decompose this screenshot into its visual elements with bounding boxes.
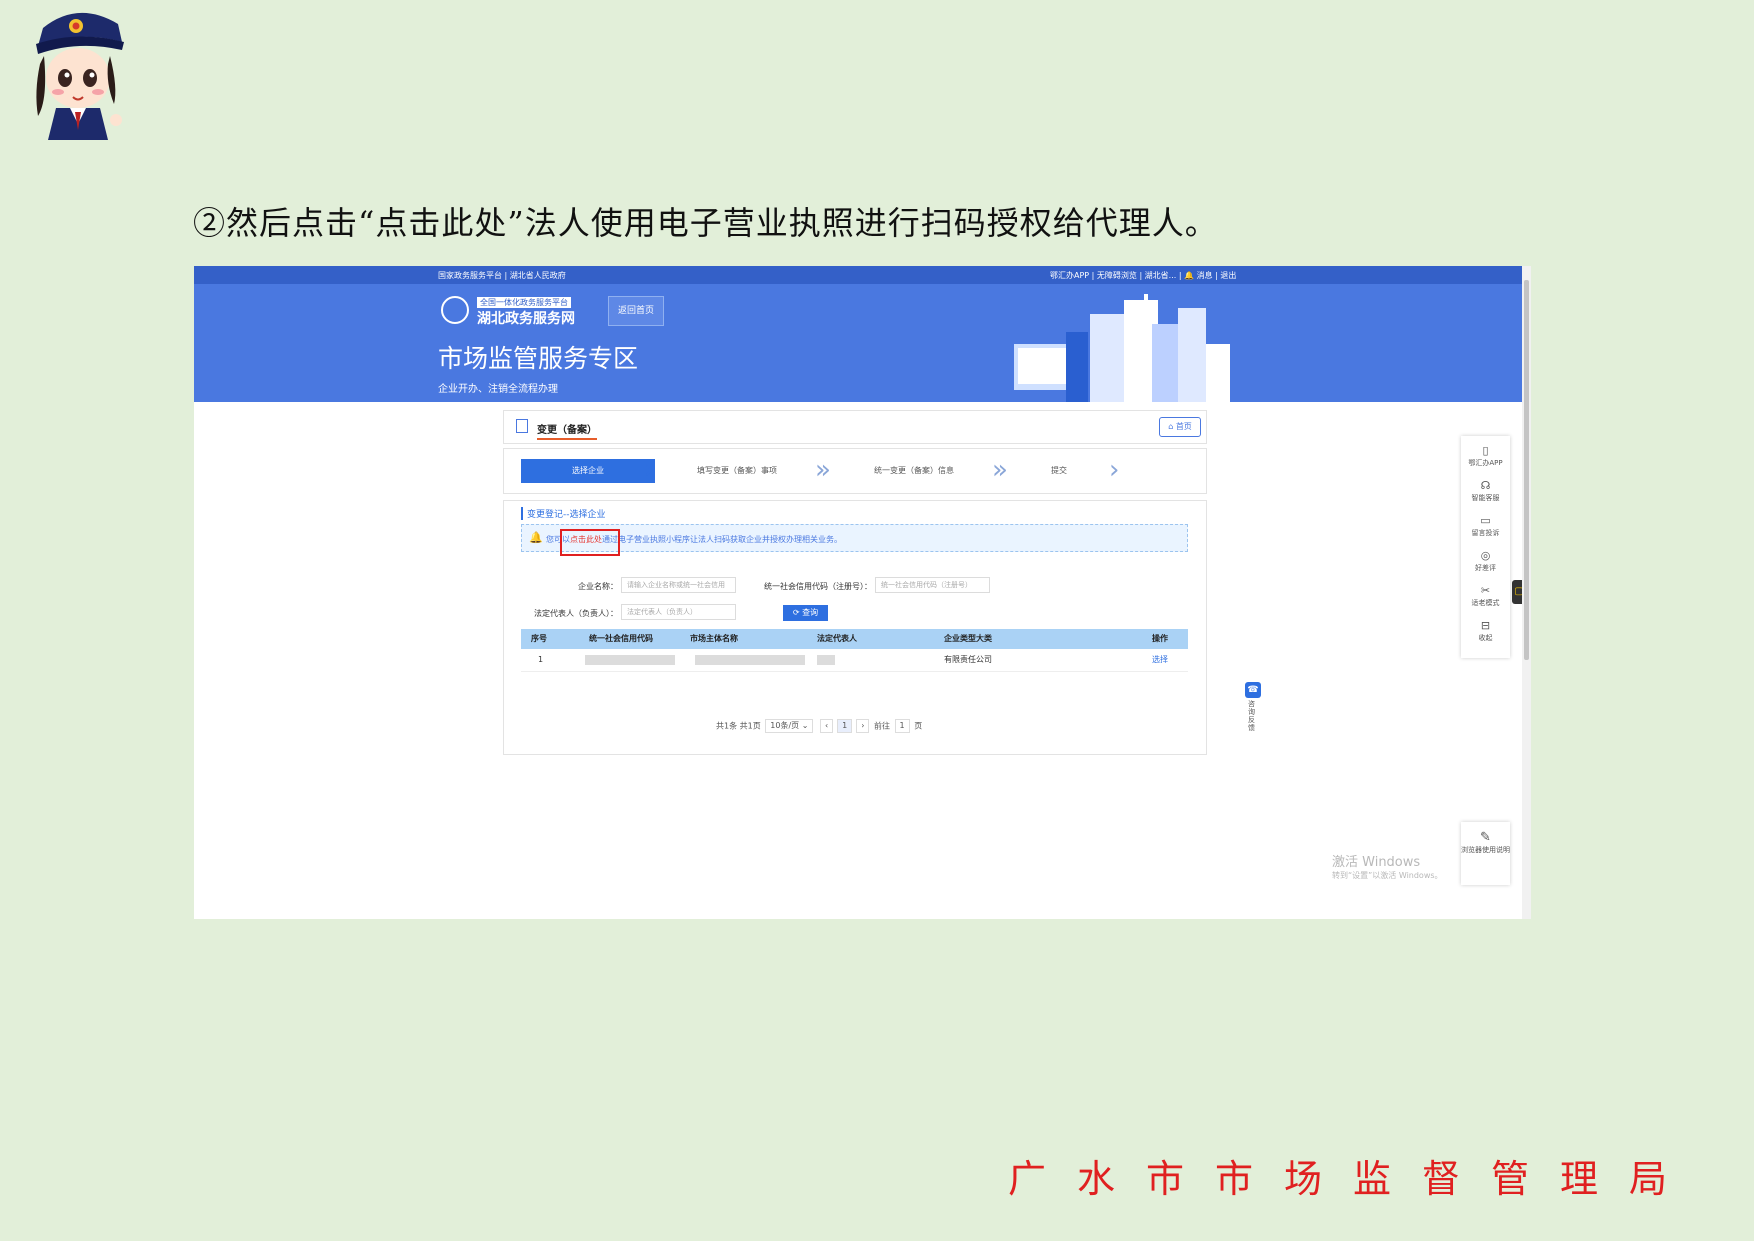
watermark-subtitle: 转到“设置”以激活 Windows。 (1332, 871, 1443, 880)
table-header: 序号 统一社会信用代码 市场主体名称 法定代表人 企业类型大类 操作 (521, 629, 1188, 649)
phone-icon: ☎ (1245, 682, 1261, 698)
panel-app-label: 鄂汇办APP (1468, 459, 1503, 467)
select-company-card: 变更登记--选择企业 🔔 您可以点击此处通过电子营业执照小程序让法人扫码获取企业… (503, 500, 1207, 755)
step-unified-info: 统一变更（备案）信息 (874, 466, 954, 475)
select-link[interactable]: 选择 (1082, 649, 1188, 671)
coin-icon: ◎ (1480, 549, 1491, 562)
panel-elder-label: 适老模式 (1471, 599, 1500, 607)
breadcrumb-card: 变更（备案） ⌂ 首页 (503, 410, 1207, 444)
banner: 全国一体化政务服务平台 湖北政务服务网 返回首页 市场监管服务专区 企业开办、注… (194, 284, 1522, 402)
panel-collapse-label: 收起 (1478, 634, 1493, 642)
panel-message-label: 留言投诉 (1471, 529, 1500, 537)
step-select-company: 选择企业 (521, 459, 655, 483)
zone-subtitle: 企业开办、注销全流程办理 (438, 384, 558, 395)
col-entity-name: 市场主体名称 (690, 634, 738, 643)
bell-icon: 🔔 (529, 531, 543, 544)
panel-service[interactable]: ☊ 智能客服 (1461, 479, 1510, 503)
credit-code-label: 统一社会信用代码（注册号）： (764, 582, 872, 591)
website-screenshot: 国家政务服务平台 | 湖北省人民政府 鄂汇办APP | 无障碍浏览 | 湖北省.… (194, 266, 1531, 919)
legal-rep-label: 法定代表人（负责人）： (534, 609, 618, 618)
company-table: 序号 统一社会信用代码 市场主体名称 法定代表人 企业类型大类 操作 1 有限责… (521, 629, 1188, 672)
blurred-credit-code (581, 649, 681, 671)
browser-guide-label: 浏览器使用说明 (1461, 846, 1510, 854)
company-name-input[interactable]: 请输入企业名称或统一社会信用 (621, 577, 736, 593)
tab-change-filing[interactable]: 变更（备案） (537, 421, 597, 440)
consult-side-label: 咨询反馈 (1248, 700, 1255, 732)
panel-rating-label: 好差评 (1475, 564, 1496, 572)
pager-summary: 共1条 共1页 (716, 721, 761, 731)
footer-agency: 广水市市场监督管理局 (1008, 1157, 1699, 1201)
chevron-right-icon: › (1109, 455, 1120, 485)
chevron-right-icon: » (992, 455, 1008, 485)
chevron-right-icon: › (644, 455, 655, 485)
col-legal-rep: 法定代表人 (817, 634, 857, 643)
logo-subtitle: 全国一体化政务服务平台 (477, 297, 571, 308)
blurred-entity-name (691, 649, 811, 671)
logo-title: 湖北政务服务网 (477, 311, 575, 327)
home-button-label: 首页 (1175, 422, 1192, 431)
zone-title: 市场监管服务专区 (438, 344, 639, 373)
right-float-panel: ▯ 鄂汇办APP ☊ 智能客服 ▭ 留言投诉 ◎ 好差评 ✂ 适老模式 ⊟ 收起 (1461, 436, 1510, 658)
credit-code-input[interactable]: 统一社会信用代码（注册号） (875, 577, 990, 593)
minus-icon: ⊟ (1480, 619, 1491, 632)
steps-bar: 选择企业 › 填写变更（备案）事项 » 统一变更（备案）信息 » 提交 › (503, 448, 1207, 494)
headset-icon: ☊ (1480, 479, 1491, 492)
query-button-label: 查询 (802, 608, 819, 617)
step-fill-items: 填写变更（备案）事项 (697, 466, 777, 475)
company-name-label: 企业名称： (578, 582, 618, 591)
phone-icon: ▯ (1482, 444, 1489, 457)
prev-page-button[interactable]: ‹ (819, 719, 834, 733)
row-index: 1 (538, 655, 544, 664)
chevron-right-icon: » (815, 455, 831, 485)
step-submit: 提交 (1051, 466, 1067, 475)
scrollbar-thumb[interactable] (1524, 280, 1529, 660)
hubei-emblem-icon (441, 296, 469, 324)
instruction-text: ②然后点击“点击此处”法人使用电子营业执照进行扫码授权给代理人。 (193, 204, 1218, 242)
panel-message[interactable]: ▭ 留言投诉 (1461, 514, 1510, 538)
goto-label: 前往 (874, 721, 890, 731)
message-icon: ▭ (1480, 514, 1491, 527)
highlight-box (560, 529, 620, 556)
notice-banner: 🔔 您可以点击此处通过电子营业执照小程序让法人扫码获取企业并授权办理相关业务。 (521, 524, 1188, 552)
top-bar: 国家政务服务平台 | 湖北省人民政府 鄂汇办APP | 无障碍浏览 | 湖北省.… (194, 266, 1522, 284)
page-size-select[interactable]: 10条/页 ⌄ (765, 719, 814, 733)
section-title: 变更登记--选择企业 (521, 507, 606, 520)
legal-rep-input[interactable]: 法定代表人（负责人） (621, 604, 736, 620)
col-credit-code: 统一社会信用代码 (589, 634, 653, 643)
row-company-type: 有限责任公司 (944, 655, 992, 664)
current-page[interactable]: 1 (837, 719, 853, 733)
building-icon (516, 419, 528, 433)
next-page-button[interactable]: › (856, 719, 870, 733)
home-button[interactable]: ⌂ 首页 (1159, 417, 1201, 437)
consult-side-tab[interactable]: ☎ 咨询反馈 (1245, 682, 1261, 738)
panel-service-label: 智能客服 (1471, 494, 1500, 502)
col-index: 序号 (531, 634, 547, 643)
watermark-title: 激活 Windows (1332, 855, 1421, 870)
page-size-value: 10条/页 (770, 721, 800, 730)
windows-watermark: 激活 Windows 转到“设置”以激活 Windows。 (1332, 851, 1443, 881)
col-action: 操作 (1152, 634, 1168, 643)
feather-icon: ✎ (1480, 830, 1491, 845)
top-bar-right-links[interactable]: 鄂汇办APP | 无障碍浏览 | 湖北省... | 🔔 消息 | 退出 (1050, 270, 1236, 281)
notice-suffix: 通过电子营业执照小程序让法人扫码获取企业并授权办理相关业务。 (602, 535, 842, 544)
goto-page-input[interactable]: 1 (894, 719, 910, 733)
mascot-image (36, 12, 124, 140)
pagination: 共1条 共1页 10条/页 ⌄ ‹ 1 › 前往 1 页 (716, 719, 922, 733)
page-unit: 页 (914, 721, 923, 731)
panel-collapse[interactable]: ⊟ 收起 (1461, 619, 1510, 643)
blurred-legal-rep (813, 649, 853, 671)
scissor-icon: ✂ (1480, 584, 1491, 597)
col-company-type: 企业类型大类 (944, 634, 992, 643)
switch-region-button[interactable]: 返回首页 (608, 296, 664, 326)
browser-guide-panel[interactable]: ✎ 浏览器使用说明 (1461, 822, 1510, 885)
panel-elder[interactable]: ✂ 适老模式 (1461, 584, 1510, 608)
top-bar-left-links[interactable]: 国家政务服务平台 | 湖北省人民政府 (438, 270, 566, 281)
table-row: 1 有限责任公司 选择 (521, 649, 1188, 672)
panel-rating[interactable]: ◎ 好差评 (1461, 549, 1510, 573)
panel-app[interactable]: ▯ 鄂汇办APP (1461, 444, 1510, 468)
query-button[interactable]: ⟳ 查询 (783, 605, 828, 621)
